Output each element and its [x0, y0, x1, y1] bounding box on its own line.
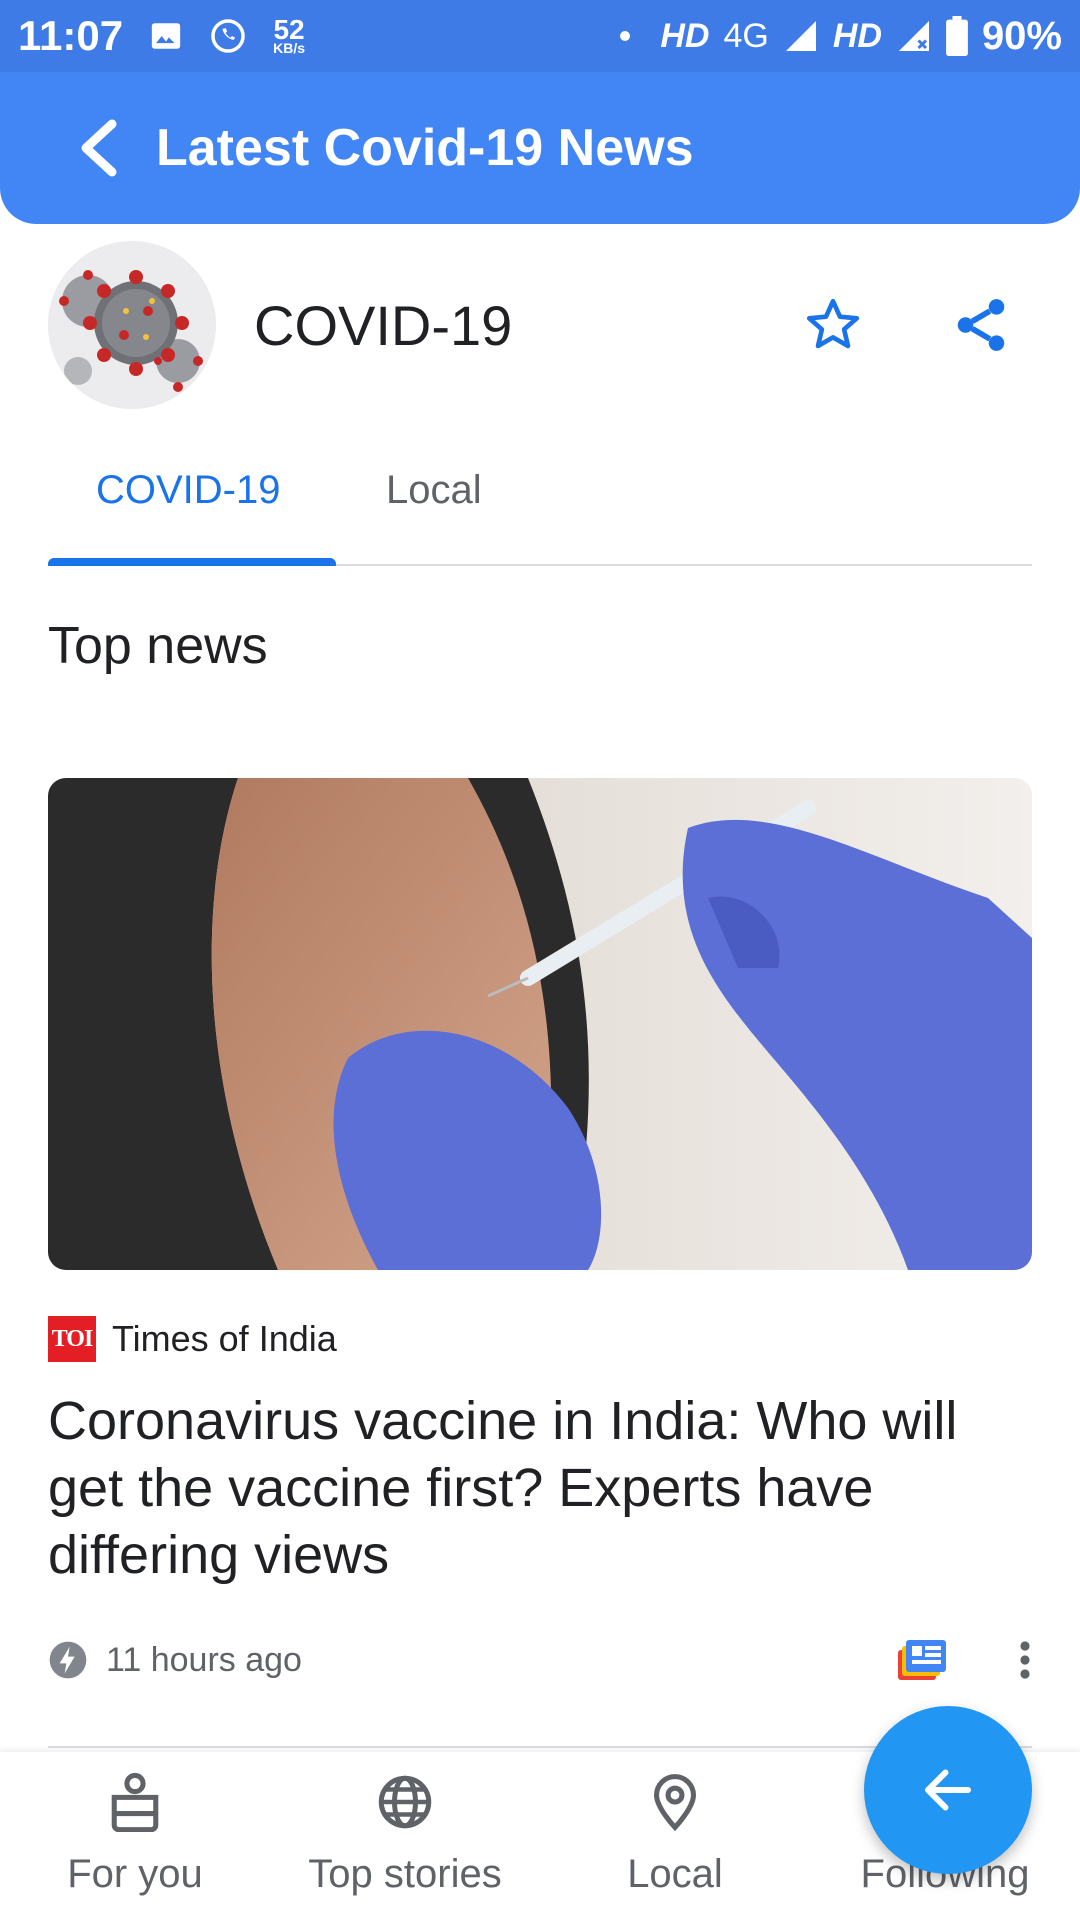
nav-local[interactable]: Local	[540, 1772, 810, 1897]
net-speed: 52 KB/s	[273, 14, 306, 57]
app-title: Latest Covid-19 News	[156, 119, 694, 177]
source-logo: TOI	[48, 1316, 96, 1362]
virus-image	[48, 241, 216, 409]
network-type: 4G	[723, 16, 769, 55]
nav-top-stories[interactable]: Top stories	[270, 1772, 540, 1897]
network-hd-1: HD	[660, 16, 710, 55]
section-title: Top news	[48, 617, 268, 675]
more-vertical-icon[interactable]	[1018, 1640, 1032, 1680]
tab-covid-19[interactable]: COVID-19	[96, 468, 281, 513]
arrow-left-icon	[925, 1769, 971, 1811]
person-card-icon	[111, 1772, 159, 1832]
back-fab[interactable]	[864, 1706, 1032, 1874]
status-time: 11:07	[18, 12, 124, 59]
tab-indicator	[48, 558, 336, 566]
share-icon[interactable]	[950, 294, 1012, 356]
gallery-icon	[151, 23, 181, 49]
location-pin-icon	[653, 1774, 697, 1832]
app-bar: Latest Covid-19 News	[0, 72, 1080, 224]
story-headline[interactable]: Coronavirus vaccine in India: Who will g…	[48, 1388, 1008, 1589]
story-image[interactable]	[48, 778, 1032, 1270]
battery-icon	[946, 16, 968, 56]
topic-avatar	[48, 241, 216, 409]
notification-dot	[620, 31, 631, 41]
signal-no-data-icon	[898, 21, 929, 51]
full-coverage-icon[interactable]	[896, 1636, 948, 1684]
star-outline-icon[interactable]	[802, 294, 864, 356]
topic-title: COVID-19	[254, 293, 513, 357]
nav-for-you[interactable]: For you	[0, 1772, 270, 1897]
network-hd-2: HD	[832, 16, 882, 55]
globe-icon	[378, 1775, 432, 1829]
story-time: 11 hours ago	[106, 1640, 302, 1679]
vaccine-photo	[48, 778, 1032, 1270]
back-chevron-icon[interactable]	[76, 118, 120, 178]
signal-icon	[785, 21, 816, 51]
status-bar: 11:07 52 KB/s HD 4G HD 90%	[0, 0, 1080, 72]
battery-level: 90%	[981, 13, 1062, 58]
bolt-icon	[49, 1641, 87, 1679]
whatsapp-icon	[211, 19, 245, 53]
source-row[interactable]: TOI Times of India	[48, 1316, 337, 1362]
topic-tabs: COVID-19 Local	[48, 440, 1032, 566]
story-meta: 11 hours ago	[48, 1636, 1032, 1684]
topic-header: COVID-19	[48, 240, 1032, 410]
tab-local[interactable]: Local	[386, 468, 482, 513]
source-name: Times of India	[112, 1318, 337, 1359]
